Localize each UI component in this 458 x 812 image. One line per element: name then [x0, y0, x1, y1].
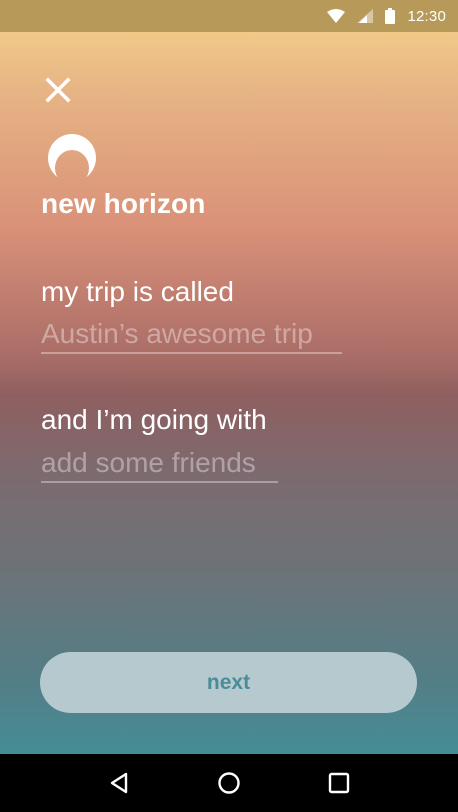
back-button[interactable] — [99, 763, 139, 803]
close-button[interactable] — [40, 72, 76, 108]
cell-signal-icon — [357, 9, 374, 23]
recents-icon — [328, 772, 350, 794]
moon-horizon-logo — [48, 134, 96, 182]
battery-icon — [385, 8, 396, 24]
trip-name-prompt: my trip is called — [41, 276, 234, 307]
recents-button[interactable] — [319, 763, 359, 803]
status-time: 12:30 — [407, 7, 446, 25]
navigation-bar — [0, 754, 458, 812]
companions-input[interactable] — [41, 447, 278, 483]
close-icon — [45, 77, 71, 103]
trip-name-input[interactable] — [41, 318, 342, 354]
new-horizon-screen: 12:30 new horizon my trip is called and … — [0, 0, 458, 812]
home-button[interactable] — [209, 763, 249, 803]
next-button[interactable]: next — [40, 652, 417, 713]
home-icon — [218, 772, 240, 794]
back-icon — [110, 772, 128, 794]
status-bar: 12:30 — [0, 0, 458, 32]
app-title: new horizon — [41, 188, 206, 219]
wifi-icon — [327, 9, 346, 23]
companions-prompt: and I’m going with — [41, 404, 267, 435]
